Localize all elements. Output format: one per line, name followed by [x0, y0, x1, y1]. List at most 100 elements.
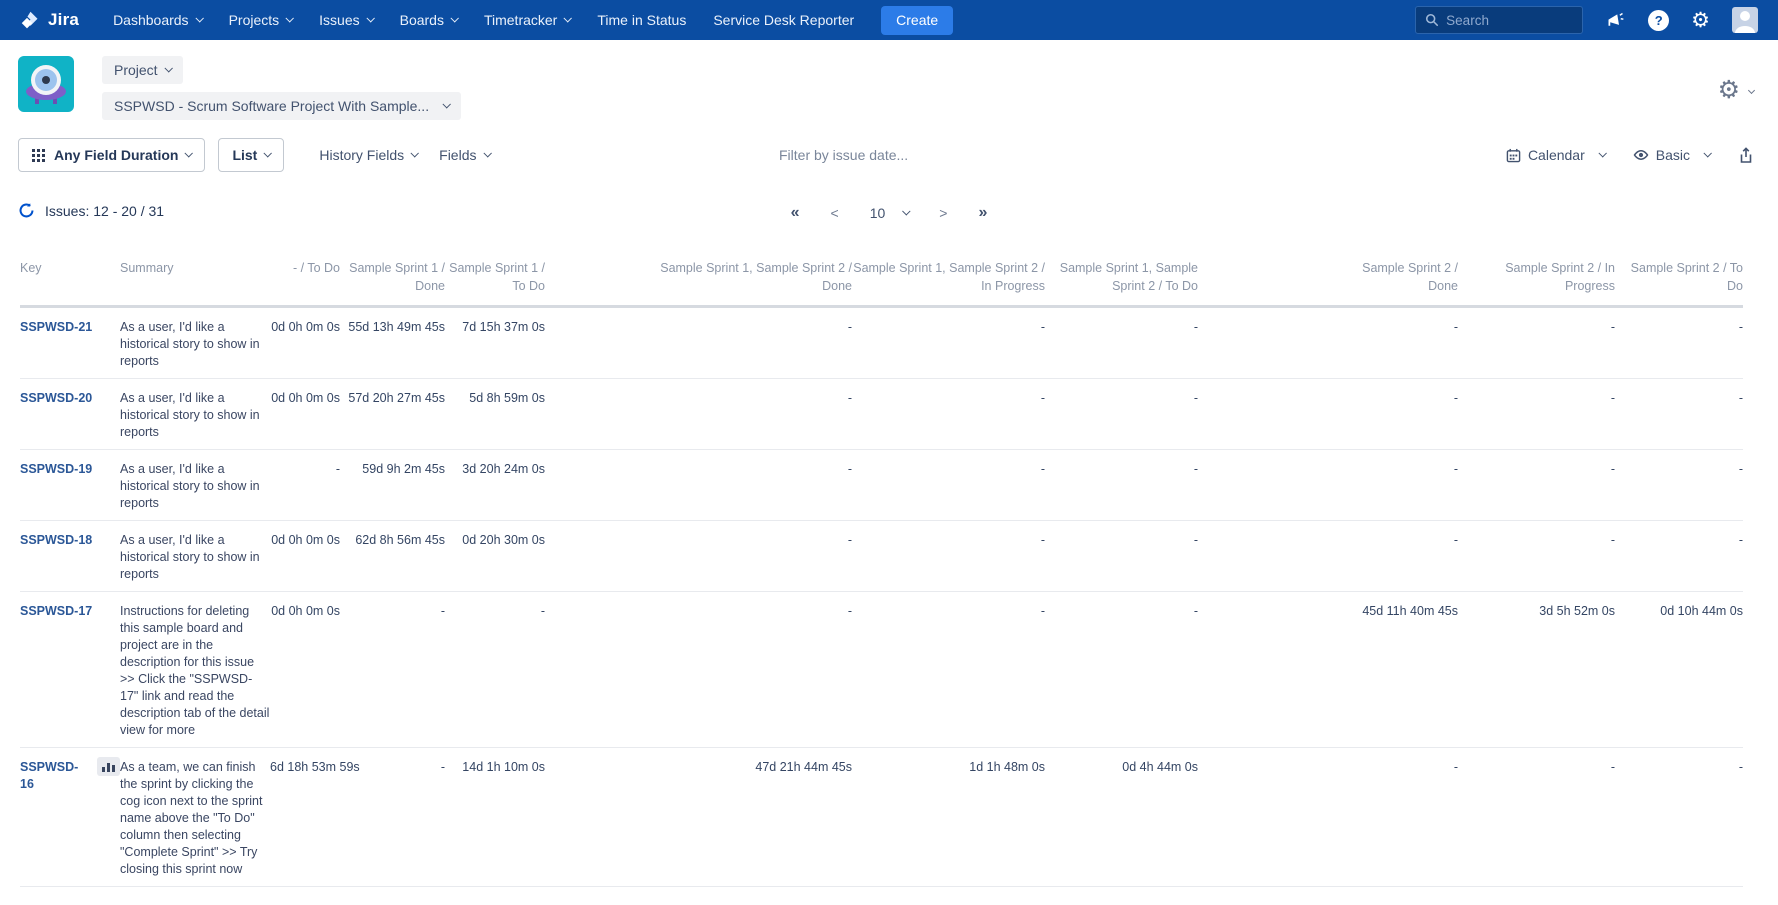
duration-cell: -	[545, 592, 852, 748]
duration-cell: 45d 11h 40m 45s	[1198, 592, 1458, 748]
duration-cell: 55d 13h 49m 45s	[340, 307, 445, 379]
search-input[interactable]	[1446, 13, 1573, 28]
duration-cell: -	[1198, 521, 1458, 592]
nav-right-cluster: ? ⚙	[1415, 6, 1758, 34]
duration-cell: 0d 0h 0m 0s	[270, 592, 340, 748]
issues-count-label: Issues: 12 - 20 / 31	[45, 203, 164, 219]
first-page-button[interactable]: «	[791, 204, 800, 222]
project-avatar-detail	[42, 76, 50, 84]
fields-dropdown[interactable]: Fields	[439, 147, 489, 163]
duration-cell: -	[852, 521, 1045, 592]
duration-cell: 3d 5h 52m 0s	[1458, 592, 1615, 748]
export-share-button[interactable]	[1738, 147, 1754, 164]
nav-service-desk-reporter[interactable]: Service Desk Reporter	[713, 12, 854, 28]
search-box[interactable]	[1415, 6, 1583, 34]
duration-cell: 59d 9h 2m 45s	[340, 450, 445, 521]
chevron-down-icon	[483, 149, 491, 157]
project-avatar[interactable]	[18, 56, 74, 112]
duration-cell: 0d 10h 44m 0s	[1615, 592, 1743, 748]
duration-cell: -	[1198, 379, 1458, 450]
chevron-down-icon	[902, 207, 910, 215]
duration-cell: -	[1458, 379, 1615, 450]
column-header: Sample Sprint 2 / Done	[1198, 245, 1458, 307]
issue-summary: As a user, I'd like a historical story t…	[120, 461, 270, 512]
column-header-key: Key	[20, 245, 120, 307]
duration-cell: -	[852, 307, 1045, 379]
duration-field-dropdown[interactable]: Any Field Duration	[18, 138, 205, 172]
jira-logo-icon	[20, 10, 41, 31]
settings-gear-icon: ⚙	[1718, 78, 1740, 103]
column-header: Sample Sprint 1 / To Do	[445, 245, 545, 307]
pagination: « < 10 > »	[791, 204, 988, 222]
issue-key-link[interactable]: SSPWSD-20	[20, 390, 92, 407]
duration-cell: -	[1458, 450, 1615, 521]
help-icon[interactable]: ?	[1648, 10, 1669, 31]
announcements-megaphone-icon[interactable]	[1605, 10, 1626, 31]
column-header: Sample Sprint 1, Sample Sprint 2 / To Do	[1045, 245, 1198, 307]
chevron-down-icon	[1748, 87, 1755, 94]
column-header: Sample Sprint 1 / Done	[340, 245, 445, 307]
issue-key-link[interactable]: SSPWSD-19	[20, 461, 92, 478]
column-header: - / To Do	[270, 245, 340, 307]
issue-key-link[interactable]: SSPWSD-16	[20, 759, 87, 793]
calendar-dropdown[interactable]: Calendar	[1506, 147, 1605, 163]
issue-summary: As a user, I'd like a historical story t…	[120, 319, 270, 370]
create-button[interactable]: Create	[881, 6, 953, 35]
duration-cell: -	[852, 379, 1045, 450]
duration-cell: -	[1198, 450, 1458, 521]
duration-cell: -	[852, 450, 1045, 521]
duration-cell: 0d 0h 0m 0s	[270, 379, 340, 450]
refresh-icon[interactable]	[18, 202, 35, 219]
user-avatar[interactable]	[1732, 7, 1758, 33]
project-selector-dropdown[interactable]: SSPWSD - Scrum Software Project With Sam…	[102, 92, 461, 120]
grid-icon	[32, 149, 45, 162]
duration-cell: 5d 8h 59m 0s	[445, 379, 545, 450]
project-selectors: Project SSPWSD - Scrum Software Project …	[102, 56, 461, 120]
chevron-down-icon	[450, 14, 458, 22]
nav-projects[interactable]: Projects	[229, 12, 293, 28]
chevron-down-icon	[1703, 149, 1711, 157]
report-settings-button[interactable]: ⚙	[1718, 56, 1754, 103]
view-type-dropdown[interactable]: List	[218, 138, 284, 172]
history-fields-dropdown[interactable]: History Fields	[319, 147, 417, 163]
last-page-button[interactable]: »	[978, 204, 987, 222]
nav-boards[interactable]: Boards	[400, 12, 457, 28]
duration-cell: -	[545, 521, 852, 592]
duration-cell: -	[1198, 748, 1458, 887]
chevron-down-icon	[185, 149, 193, 157]
duration-cell: -	[1045, 307, 1198, 379]
jira-logo[interactable]: Jira	[20, 10, 79, 31]
previous-page-button[interactable]: <	[831, 205, 839, 221]
display-mode-dropdown[interactable]: Basic	[1633, 147, 1710, 163]
admin-gear-icon[interactable]: ⚙	[1691, 10, 1710, 31]
duration-cell: -	[545, 450, 852, 521]
duration-cell: 47d 21h 44m 45s	[545, 748, 852, 887]
nav-dashboards[interactable]: Dashboards	[113, 12, 202, 28]
duration-cell: -	[1458, 748, 1615, 887]
issue-summary: As a user, I'd like a historical story t…	[120, 532, 270, 583]
nav-issues[interactable]: Issues	[319, 12, 372, 28]
duration-cell: 3d 20h 24m 0s	[445, 450, 545, 521]
issue-key-link[interactable]: SSPWSD-17	[20, 603, 92, 620]
scope-selector-dropdown[interactable]: Project	[102, 56, 183, 84]
duration-cell: 0d 4h 44m 0s	[1045, 748, 1198, 887]
chevron-down-icon	[164, 64, 172, 72]
nav-timetracker[interactable]: Timetracker	[484, 12, 570, 28]
chevron-down-icon	[366, 14, 374, 22]
duration-cell: 0d 0h 0m 0s	[270, 307, 340, 379]
duration-cell: -	[270, 450, 340, 521]
duration-cell: -	[545, 307, 852, 379]
issue-date-filter-input[interactable]	[779, 147, 999, 163]
issue-key-link[interactable]: SSPWSD-18	[20, 532, 92, 549]
export-icon	[1738, 147, 1754, 164]
nav-time-in-status[interactable]: Time in Status	[597, 12, 686, 28]
chevron-down-icon	[264, 149, 272, 157]
duration-cell: -	[1045, 379, 1198, 450]
page-size-dropdown[interactable]: 10	[870, 205, 909, 221]
issue-key-link[interactable]: SSPWSD-21	[20, 319, 92, 336]
chevron-down-icon	[286, 14, 294, 22]
table-row: SSPWSD-17 Instructions for deleting this…	[20, 592, 1743, 748]
next-page-button[interactable]: >	[939, 205, 947, 221]
bar-chart-icon[interactable]	[97, 757, 120, 776]
results-bar: Issues: 12 - 20 / 31 « < 10 > »	[0, 184, 1778, 233]
